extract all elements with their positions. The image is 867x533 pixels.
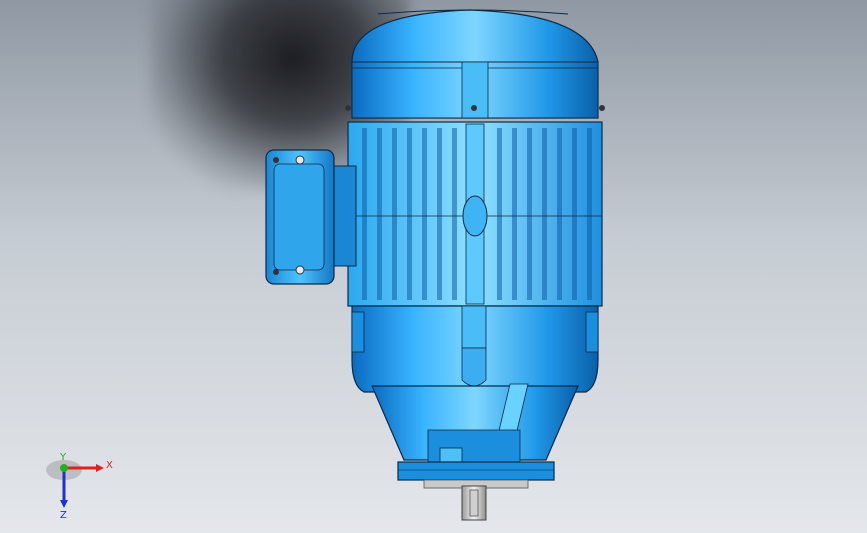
y-axis-dot [60,464,68,472]
z-axis-label: Z [60,510,67,520]
output-shaft[interactable] [423,479,529,521]
terminal-box-screw [273,269,279,275]
mounting-flange[interactable] [371,383,579,481]
terminal-box-screw [295,155,305,165]
fin-slot [497,128,502,300]
terminal-box[interactable] [265,149,357,285]
x-axis-arrowhead [96,464,104,472]
fin-slot [512,128,517,300]
3d-model-viewport[interactable]: X Y Z [0,0,867,533]
cowl-bolt [599,105,605,111]
fin-slot [572,128,577,300]
fin-slot [527,128,532,300]
fin-slot [407,128,412,300]
fin-slot [437,128,442,300]
cowl-bolt [471,105,477,111]
drive-end-housing[interactable] [351,305,599,393]
fin-slot [377,128,382,300]
fin-slot [557,128,562,300]
x-axis-label: X [106,460,113,471]
fin-slot [542,128,547,300]
fin-slot [587,128,592,300]
fin-slot [452,128,457,300]
cowl-bolt [345,105,351,111]
fin-slot [422,128,427,300]
terminal-box-screw [273,157,279,163]
orientation-triad[interactable]: X Y Z [40,450,130,520]
stator-frame[interactable] [347,121,603,307]
z-axis-arrowhead [60,500,68,508]
fin-slot [362,128,367,300]
fin-slot [392,128,397,300]
motor-model[interactable] [0,0,867,533]
terminal-box-screw [295,265,305,275]
fan-cowl[interactable] [345,9,605,119]
y-axis-label: Y [59,452,67,463]
